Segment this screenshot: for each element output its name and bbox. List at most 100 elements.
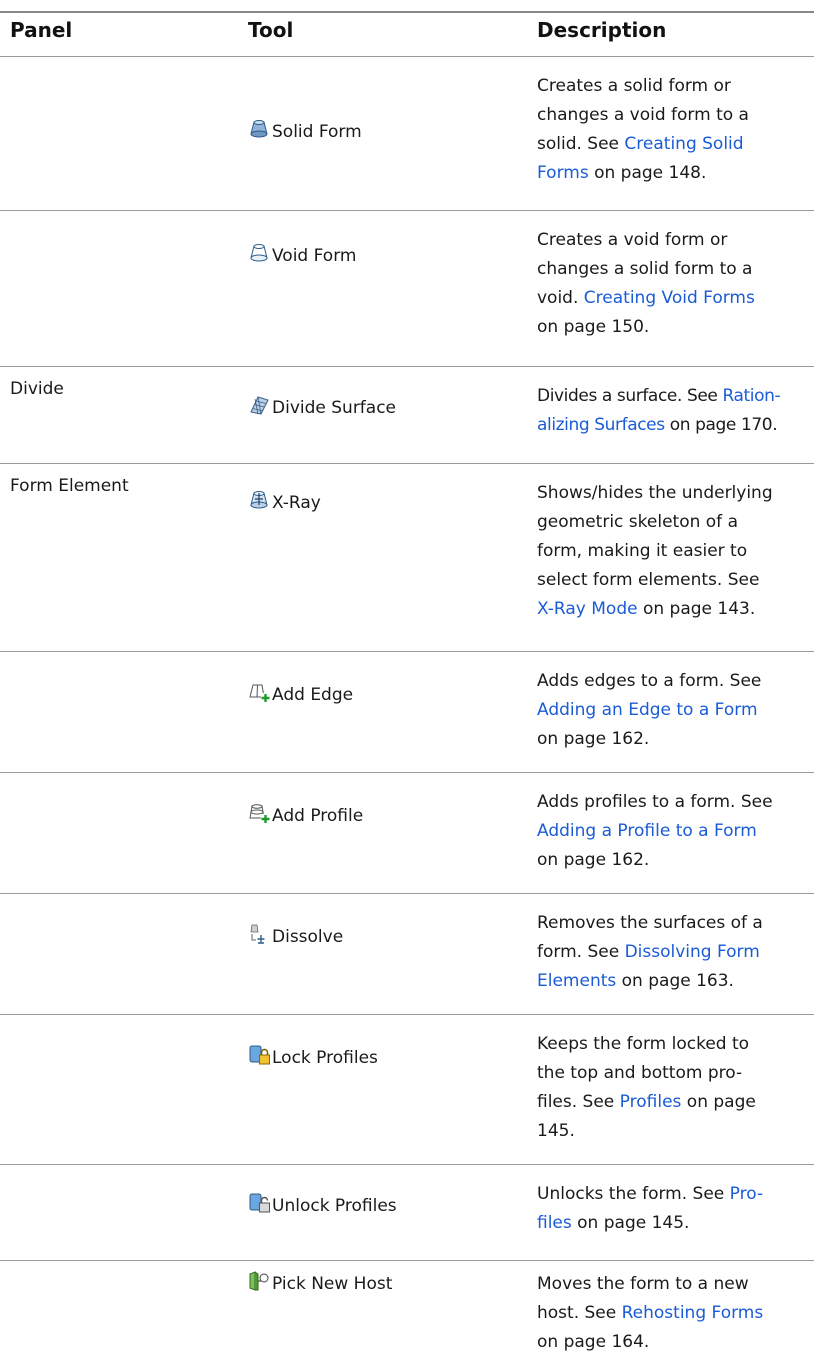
tool-label: X-Ray [272, 493, 321, 513]
header-rule [0, 56, 814, 57]
desc-text: on page [681, 1092, 756, 1112]
desc-line: form, making it easier to [537, 541, 748, 561]
desc-text: Unlocks the form. See [537, 1184, 730, 1204]
desc-line: Removes the surfaces of a [537, 913, 763, 933]
link-rehosting-forms[interactable]: Rehosting Forms [622, 1303, 764, 1323]
description-cell: Moves the form to a new host. See Rehost… [537, 1270, 812, 1357]
desc-text: on page 163. [616, 971, 734, 991]
desc-line: 145. [537, 1121, 575, 1141]
tool-label: Pick New Host [272, 1274, 393, 1294]
desc-line: Moves the form to a new [537, 1274, 749, 1294]
desc-line: Forms on page 148. [537, 159, 812, 188]
desc-line: files on page 145. [537, 1209, 812, 1238]
pick-new-host-icon [249, 1271, 269, 1291]
row-divider [0, 366, 814, 367]
divide-surface-icon [250, 396, 269, 415]
desc-line: on page 150. [537, 317, 650, 337]
desc-line: solid. See Creating Solid [537, 130, 812, 159]
row-divider [0, 893, 814, 894]
desc-line: select form elements. See [537, 570, 760, 590]
link-profiles[interactable]: Profiles [620, 1092, 682, 1112]
description-cell: Keeps the form locked to the top and bot… [537, 1030, 812, 1146]
desc-line: Creates a solid form or [537, 76, 731, 96]
header-panel: Panel [10, 18, 73, 42]
tool-label: Lock Profiles [272, 1048, 378, 1068]
tool-label: Solid Form [272, 122, 362, 142]
description-cell: Creates a solid form or changes a void f… [537, 72, 812, 188]
desc-line: Keeps the form locked to [537, 1034, 750, 1054]
description-cell: Adds edges to a form. See Adding an Edge… [537, 667, 812, 754]
header-tool: Tool [248, 18, 294, 42]
tool-cell: Void Form [248, 242, 356, 267]
link-dissolving-form-elements-cont[interactable]: Elements [537, 971, 616, 991]
link-creating-void-forms[interactable]: Creating Void Forms [584, 288, 755, 308]
desc-line: the top and bottom pro- [537, 1063, 743, 1083]
desc-text: on page 143. [637, 599, 756, 619]
link-creating-solid-forms-cont[interactable]: Forms [537, 163, 589, 183]
tool-label: Add Profile [272, 806, 364, 826]
add-edge-icon [249, 684, 270, 702]
link-rationalizing-surfaces[interactable]: Ration- [722, 386, 780, 406]
header-description: Description [537, 18, 667, 42]
tool-cell: Pick New Host [248, 1270, 392, 1295]
desc-text: void. [537, 288, 584, 308]
desc-text: host. See [537, 1303, 622, 1323]
description-cell: Adds profiles to a form. See Adding a Pr… [537, 788, 812, 875]
desc-line: changes a void form to a [537, 105, 749, 125]
desc-text: files. See [537, 1092, 620, 1112]
desc-line: alizing Surfaces on page 170. [537, 411, 812, 440]
link-adding-an-edge[interactable]: Adding an Edge to a Form [537, 700, 758, 720]
desc-line: Unlocks the form. See Pro- [537, 1180, 812, 1209]
row-divider [0, 1014, 814, 1015]
link-rationalizing-surfaces-cont[interactable]: alizing Surfaces [537, 415, 665, 435]
desc-text: on page 148. [588, 163, 707, 183]
row-divider [0, 210, 814, 211]
desc-line: changes a solid form to a [537, 259, 753, 279]
tool-cell: Lock Profiles [248, 1044, 378, 1069]
desc-line: Creates a void form or [537, 230, 728, 250]
tool-cell: Dissolve [248, 923, 343, 948]
x-ray-icon [250, 491, 268, 509]
tool-cell: X-Ray [248, 489, 321, 514]
add-profile-icon [249, 804, 270, 823]
description-cell: Shows/hides the underlying geometric ske… [537, 479, 812, 624]
desc-text: Divides a surface. See [537, 386, 723, 406]
description-cell: Unlocks the form. See Pro- files on page… [537, 1180, 812, 1238]
tool-cell: Add Edge [248, 681, 353, 706]
link-x-ray-mode[interactable]: X-Ray Mode [537, 599, 638, 619]
tool-cell: Solid Form [248, 118, 362, 143]
tool-cell: Unlock Profiles [248, 1192, 397, 1217]
desc-line: on page 162. [537, 850, 650, 870]
row-divider [0, 463, 814, 464]
void-form-icon [250, 244, 268, 262]
desc-line: on page 162. [537, 729, 650, 749]
desc-line: Adds edges to a form. See [537, 671, 762, 691]
row-divider [0, 1260, 814, 1261]
desc-line: form. See Dissolving Form [537, 938, 812, 967]
panel-cell: Form Element [10, 476, 129, 496]
desc-line: void. Creating Void Forms [537, 284, 812, 313]
unlock-profiles-icon [249, 1193, 270, 1213]
desc-line: Divides a surface. See Ration- [537, 382, 812, 411]
solid-form-icon [250, 120, 268, 138]
tool-cell: Add Profile [248, 802, 363, 827]
tool-label: Dissolve [272, 927, 344, 947]
link-profiles[interactable]: Pro- [730, 1184, 763, 1204]
description-cell: Removes the surfaces of a form. See Diss… [537, 909, 812, 996]
link-profiles-cont[interactable]: files [537, 1213, 572, 1233]
link-adding-a-profile[interactable]: Adding a Profile to a Form [537, 821, 757, 841]
desc-line: host. See Rehosting Forms [537, 1299, 812, 1328]
desc-line: geometric skeleton of a [537, 512, 738, 532]
desc-line: X-Ray Mode on page 143. [537, 595, 812, 624]
desc-line: Shows/hides the underlying [537, 483, 773, 503]
desc-text: solid. See [537, 134, 625, 154]
tool-label: Add Edge [272, 685, 354, 705]
tool-label: Void Form [272, 246, 357, 266]
dissolve-icon [250, 924, 265, 944]
link-dissolving-form-elements[interactable]: Dissolving Form [625, 942, 760, 962]
desc-line: on page 164. [537, 1332, 650, 1352]
tool-label: Unlock Profiles [272, 1196, 397, 1216]
row-divider [0, 772, 814, 773]
desc-line: Adds profiles to a form. See [537, 792, 773, 812]
link-creating-solid-forms[interactable]: Creating Solid [624, 134, 743, 154]
